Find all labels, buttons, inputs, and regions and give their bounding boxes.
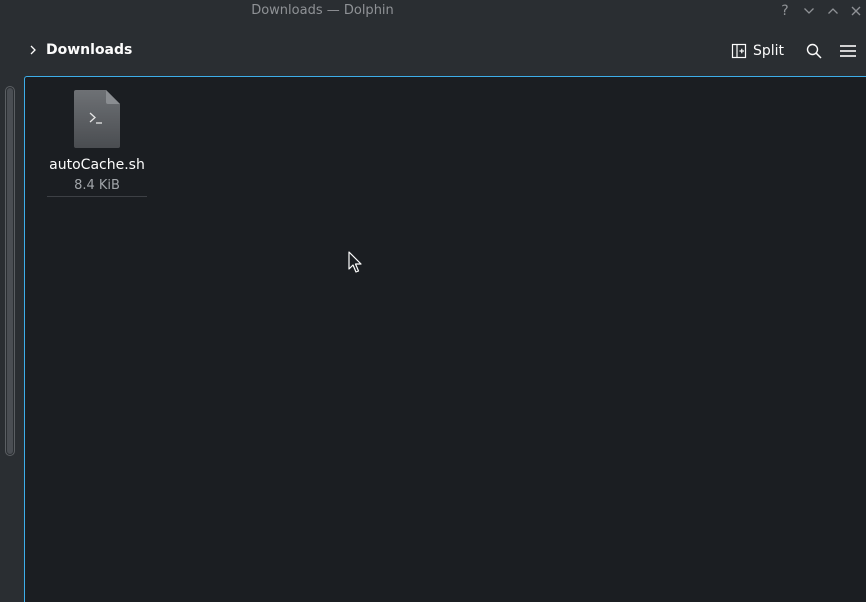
file-view[interactable]: autoCache.sh 8.4 KiB (24, 76, 866, 602)
search-icon (806, 43, 822, 59)
hamburger-menu-button[interactable] (837, 40, 859, 62)
toolbar: Downloads Split (0, 26, 866, 74)
breadcrumb-expand-button[interactable] (26, 42, 40, 58)
split-button-label: Split (753, 43, 785, 59)
split-view-icon (731, 43, 747, 59)
minimize-button[interactable] (800, 2, 818, 20)
maximize-button[interactable] (824, 2, 842, 20)
close-icon (851, 6, 861, 16)
vertical-scrollbar[interactable] (5, 86, 15, 456)
mouse-pointer-icon (348, 251, 362, 273)
help-icon: ? (781, 3, 789, 19)
help-button[interactable]: ? (776, 2, 794, 20)
hamburger-menu-icon (840, 45, 856, 57)
breadcrumb-item-downloads[interactable]: Downloads (46, 40, 132, 60)
window-title: Downloads — Dolphin (251, 3, 394, 18)
shell-script-file-icon (74, 90, 120, 148)
file-item[interactable]: autoCache.sh 8.4 KiB (47, 89, 147, 197)
close-button[interactable] (847, 2, 865, 20)
chevron-up-icon (828, 8, 838, 14)
scrollbar-thumb[interactable] (7, 88, 13, 454)
file-name: autoCache.sh (49, 157, 145, 173)
file-size: 8.4 KiB (74, 178, 120, 193)
search-button[interactable] (803, 40, 825, 62)
chevron-down-icon (804, 8, 814, 14)
chevron-right-icon (30, 45, 36, 55)
split-view-button[interactable]: Split (728, 38, 790, 64)
window-titlebar: Downloads — Dolphin ? (0, 0, 866, 24)
